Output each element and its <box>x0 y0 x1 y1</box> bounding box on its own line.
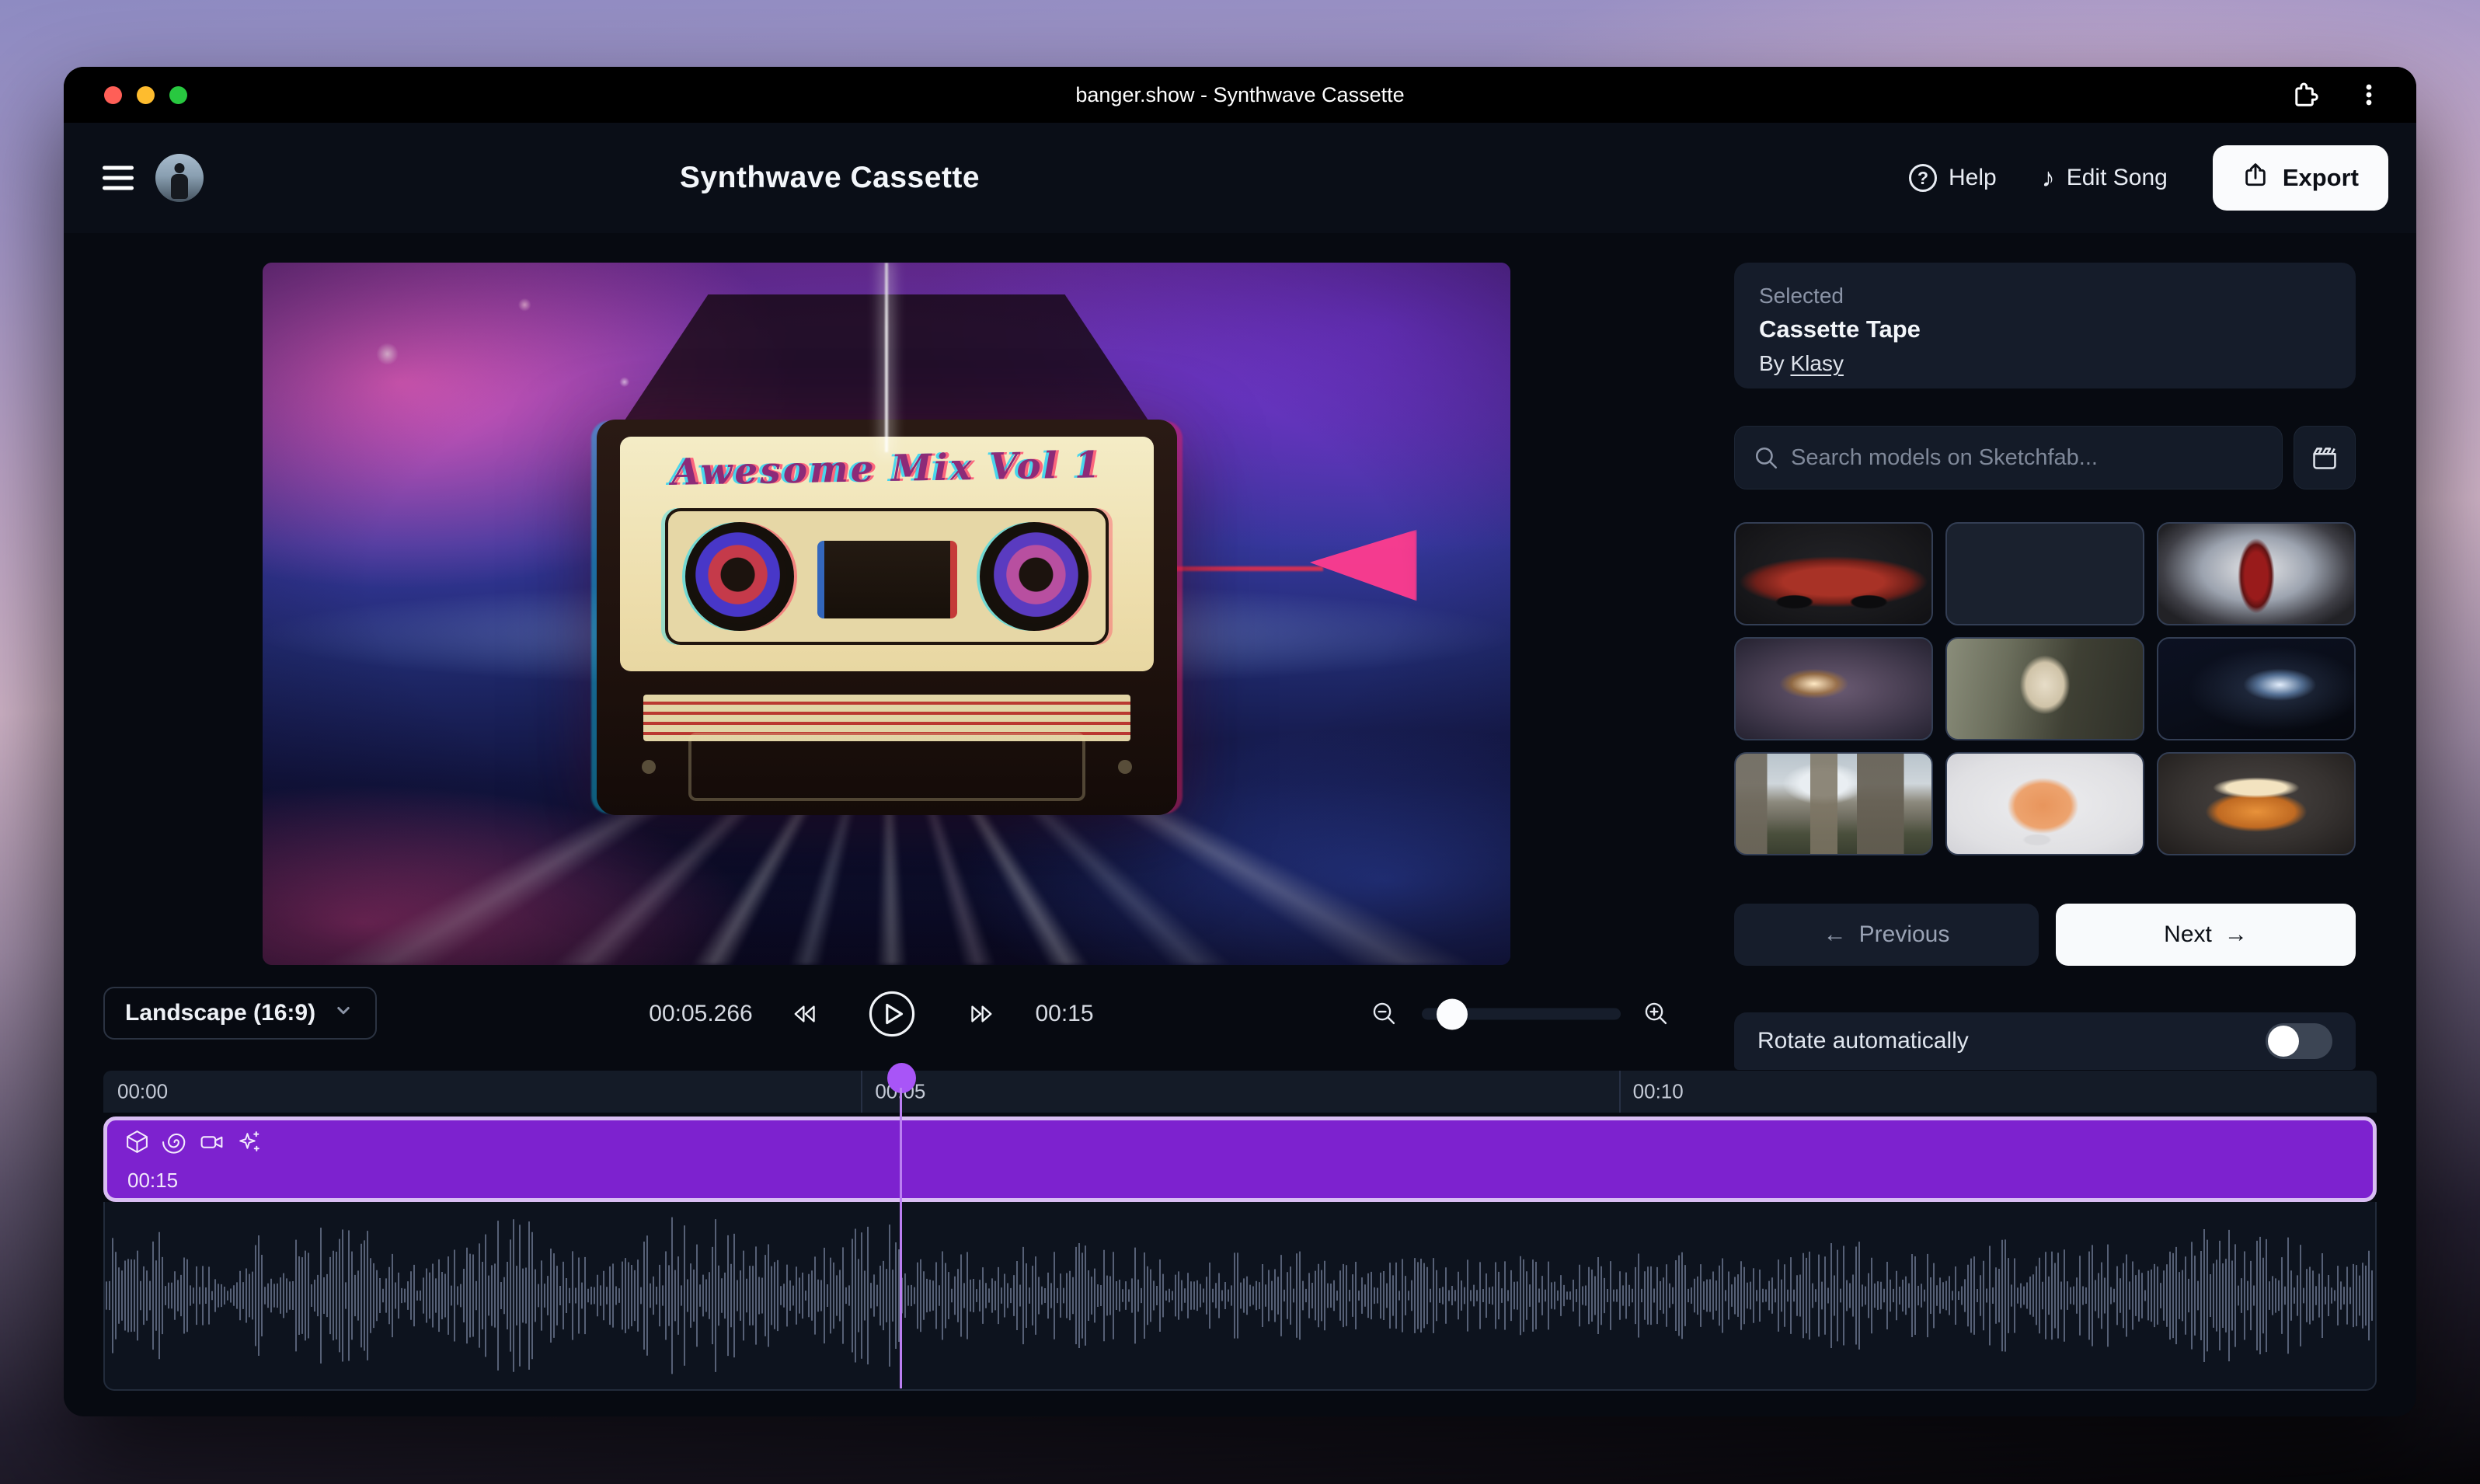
fast-forward-button[interactable] <box>967 998 998 1029</box>
ruler-tick-line <box>1619 1071 1621 1113</box>
ruler-tick-label: 00:00 <box>117 1080 168 1104</box>
selected-model-card: Selected Cassette Tape By Klasy <box>1734 263 2356 388</box>
model-thumbnail-red-cloak-warrior[interactable] <box>2157 522 2356 625</box>
video-preview[interactable]: Awesome Mix Vol 1 <box>263 263 1510 965</box>
rewind-button[interactable] <box>789 998 820 1029</box>
timeline-ruler[interactable]: 00:0000:0500:10 <box>103 1071 2377 1113</box>
arrow-left-icon: ← <box>1823 921 1847 948</box>
author-link[interactable]: Klasy <box>1790 351 1843 375</box>
model-thumbnail-anime-girl-glasses[interactable] <box>1945 522 2144 625</box>
model-thumbnail-grid <box>1734 522 2356 855</box>
model-thumbnail-red-sports-car[interactable] <box>1734 522 1933 625</box>
spiral-icon <box>162 1129 187 1158</box>
music-note-icon: ♪ <box>2042 165 2055 191</box>
window-title: banger.show - Synthwave Cassette <box>64 67 2416 123</box>
rotate-toggle[interactable] <box>2266 1023 2332 1059</box>
page-title: Synthwave Cassette <box>680 161 980 195</box>
ruler-tick-label: 00:10 <box>1633 1080 1684 1104</box>
model-thumbnail-storm-clouds-scene[interactable] <box>1734 637 1933 740</box>
avatar[interactable] <box>155 154 204 202</box>
help-button[interactable]: ? Help <box>1909 164 1997 192</box>
chevron-down-icon <box>332 998 355 1028</box>
browser-titlebar: banger.show - Synthwave Cassette <box>64 67 2416 123</box>
edit-song-button[interactable]: ♪ Edit Song <box>2042 165 2168 191</box>
next-page-button[interactable]: Next → <box>2056 904 2356 966</box>
app-window: banger.show - Synthwave Cassette Synthwa… <box>64 67 2416 1416</box>
zoom-slider-knob[interactable] <box>1437 998 1468 1029</box>
timeline-zoom-slider[interactable] <box>1422 1008 1621 1020</box>
audio-waveform-track[interactable] <box>103 1202 2377 1391</box>
app-header: Synthwave Cassette ? Help ♪ Edit Song Ex… <box>64 123 2416 233</box>
search-icon <box>1753 444 1779 471</box>
search-input[interactable] <box>1734 426 2283 489</box>
selected-model-author: By Klasy <box>1759 351 2331 376</box>
hamburger-menu-icon[interactable] <box>103 166 134 190</box>
help-icon: ? <box>1909 164 1937 192</box>
previous-page-button[interactable]: ← Previous <box>1734 904 2039 966</box>
timeline: 00:0000:0500:10 <box>103 1071 2377 1391</box>
play-button[interactable] <box>867 989 917 1039</box>
rotate-setting-row: Rotate automatically <box>1734 1012 2356 1070</box>
video-camera-icon <box>199 1129 225 1158</box>
model-thumbnail-shiba-dog[interactable] <box>1945 752 2144 855</box>
model-thumbnail-spiral-galaxy[interactable] <box>2157 637 2356 740</box>
export-button[interactable]: Export <box>2213 145 2388 211</box>
rotate-label: Rotate automatically <box>1757 1028 1969 1054</box>
zoom-in-icon[interactable] <box>1642 999 1671 1029</box>
current-time: 00:05.266 <box>649 1001 752 1027</box>
model-thumbnail-skull[interactable] <box>1945 637 2144 740</box>
arrow-right-icon: → <box>2224 921 2248 948</box>
ruler-tick-line <box>861 1071 862 1113</box>
playhead-line <box>900 1088 902 1388</box>
cube-icon <box>124 1129 150 1158</box>
sparkles-icon <box>236 1129 262 1158</box>
clip-icons <box>124 1129 262 1158</box>
toggle-knob <box>2268 1026 2299 1057</box>
clip-duration-label: 00:15 <box>127 1169 178 1193</box>
search-bar <box>1734 426 2283 489</box>
aspect-ratio-select[interactable]: Landscape (16:9) <box>103 987 377 1040</box>
selected-model-name: Cassette Tape <box>1759 315 2331 343</box>
share-icon <box>2242 162 2269 194</box>
video-clip[interactable]: 00:15 <box>103 1116 2377 1202</box>
total-time: 00:15 <box>1035 1001 1093 1027</box>
kebab-menu-icon[interactable] <box>2356 82 2382 108</box>
vignette-overlay <box>263 263 1510 965</box>
model-thumbnail-abandoned-city-street[interactable] <box>1734 752 1933 855</box>
extensions-icon[interactable] <box>2290 81 2318 109</box>
selected-label: Selected <box>1759 284 2331 308</box>
zoom-out-icon[interactable] <box>1370 999 1399 1029</box>
clapperboard-button[interactable] <box>2294 426 2356 489</box>
model-thumbnail-orange-toy-car[interactable] <box>2157 752 2356 855</box>
